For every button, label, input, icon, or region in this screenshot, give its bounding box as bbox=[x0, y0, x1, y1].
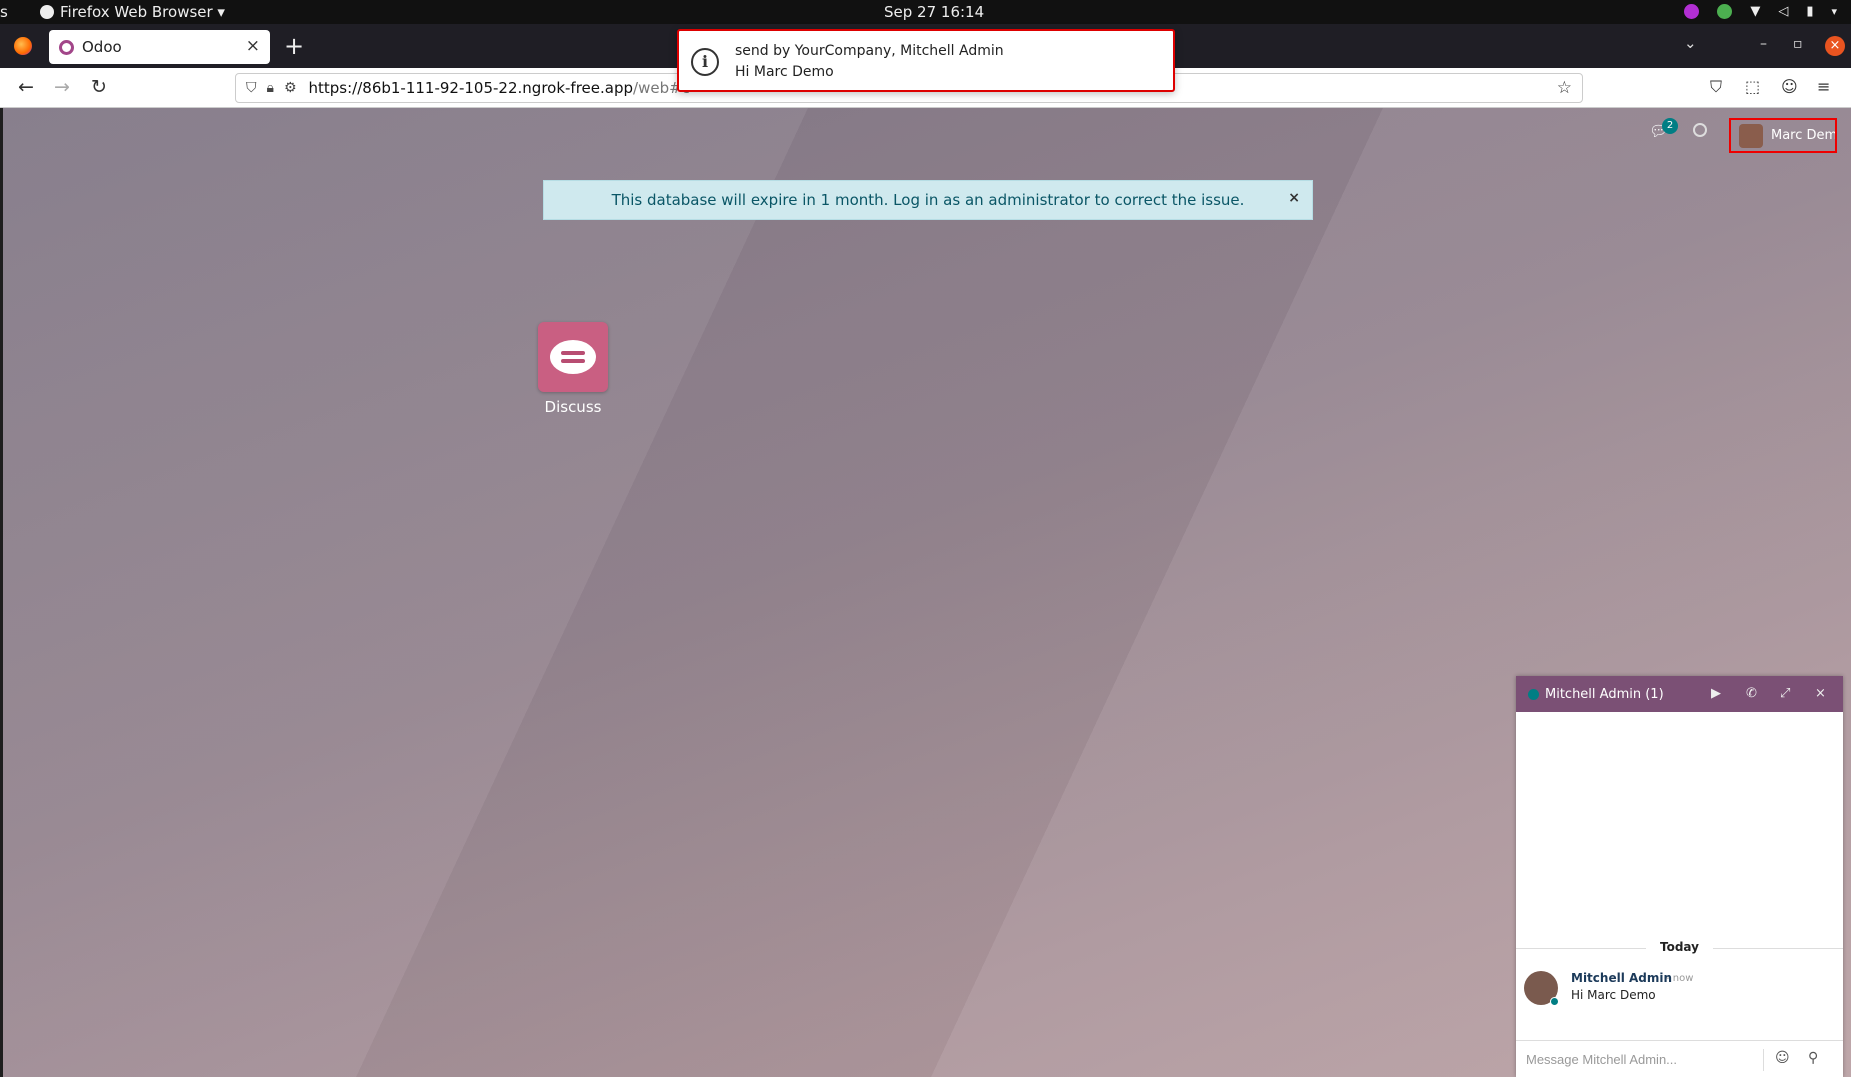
reload-icon[interactable]: ↻ bbox=[91, 76, 107, 98]
message-composer: ☺ ⚲ bbox=[1516, 1040, 1843, 1077]
url-text[interactable]: https://86b1-111-92-105-22.ngrok-free.ap… bbox=[309, 79, 690, 97]
desktop-notification[interactable]: i send by YourCompany, Mitchell Admin Hi… bbox=[677, 29, 1175, 92]
list-all-tabs-icon[interactable]: ⌄ bbox=[1684, 34, 1697, 52]
volume-icon[interactable]: ◁ bbox=[1778, 4, 1788, 19]
video-call-icon[interactable]: ▶ bbox=[1711, 686, 1721, 701]
chat-bubble-icon bbox=[550, 340, 596, 374]
app-menu[interactable]: Firefox Web Browser ▾ bbox=[40, 3, 225, 21]
expiry-banner-text: This database will expire in 1 month. Lo… bbox=[611, 191, 1245, 209]
pocket-icon[interactable]: ⛉ bbox=[1710, 77, 1722, 97]
sync-indicator-icon[interactable] bbox=[1717, 4, 1733, 19]
tab-title: Odoo bbox=[82, 38, 122, 56]
system-top-bar: s Firefox Web Browser ▾ Sep 27 16:14 ▼ ◁… bbox=[0, 0, 1851, 24]
activities-button[interactable]: s bbox=[0, 3, 8, 21]
app-menu-label: Firefox Web Browser ▾ bbox=[60, 3, 225, 21]
tab-odoo[interactable]: Odoo × bbox=[49, 30, 270, 64]
message-text: Hi Marc Demo bbox=[1571, 988, 1656, 1002]
online-status-icon bbox=[1528, 688, 1539, 700]
new-tab-icon[interactable]: + bbox=[284, 32, 304, 60]
system-clock[interactable]: Sep 27 16:14 bbox=[884, 3, 984, 21]
user-menu[interactable]: Marc Demo bbox=[1729, 118, 1837, 153]
bookmark-star-icon[interactable]: ☆ bbox=[1557, 78, 1572, 98]
chat-window-title[interactable]: Mitchell Admin (1) bbox=[1545, 687, 1664, 702]
message-input[interactable] bbox=[1526, 1048, 1756, 1070]
odoo-home-page: 💬︎ 2 Marc Demo This database will expire… bbox=[3, 108, 1851, 1077]
url-host: https://86b1-111-92-105-22.ngrok-free.ap… bbox=[308, 79, 634, 97]
close-chat-icon[interactable]: × bbox=[1815, 686, 1826, 701]
permissions-icon[interactable]: ⚙ bbox=[284, 80, 297, 96]
firefox-icon bbox=[40, 5, 54, 19]
wifi-icon[interactable]: ▼ bbox=[1750, 4, 1760, 19]
notification-body: Hi Marc Demo bbox=[735, 64, 834, 80]
lock-icon[interactable]: 🔒︎ bbox=[267, 80, 274, 96]
author-online-icon bbox=[1550, 997, 1559, 1006]
restore-window-icon[interactable]: ▫ bbox=[1793, 36, 1803, 52]
close-tab-icon[interactable]: × bbox=[246, 36, 260, 56]
day-separator: Today bbox=[1516, 940, 1843, 954]
tracking-shield-icon[interactable]: ⛉ bbox=[246, 80, 257, 96]
forward-icon[interactable]: → bbox=[54, 76, 70, 98]
app-indicator-icon[interactable] bbox=[1684, 4, 1700, 19]
notification-title: send by YourCompany, Mitchell Admin bbox=[735, 43, 1004, 59]
close-window-icon[interactable]: × bbox=[1825, 36, 1845, 56]
attachment-icon[interactable]: ⚲ bbox=[1808, 1050, 1818, 1066]
activity-clock-icon[interactable] bbox=[1693, 123, 1707, 137]
app-menu-icon[interactable]: ≡ bbox=[1817, 77, 1830, 96]
back-icon[interactable]: ← bbox=[18, 76, 34, 98]
database-expiry-banner: This database will expire in 1 month. Lo… bbox=[543, 180, 1313, 220]
battery-icon[interactable]: ▮ bbox=[1806, 4, 1813, 19]
chat-window: Mitchell Admin (1) ▶ ✆ ⤢ × Today Mitchel… bbox=[1516, 676, 1843, 1077]
info-icon: i bbox=[691, 48, 719, 76]
system-menu-chevron-icon[interactable]: ▾ bbox=[1831, 5, 1837, 18]
minimize-window-icon[interactable]: – bbox=[1760, 36, 1767, 52]
messaging-unread-badge: 2 bbox=[1662, 118, 1678, 134]
composer-divider bbox=[1763, 1049, 1764, 1071]
extensions-icon[interactable]: ⬚ bbox=[1745, 77, 1760, 96]
message-time: - now bbox=[1666, 973, 1694, 984]
expand-icon[interactable]: ⤢ bbox=[1780, 686, 1790, 701]
message-item: Mitchell Admin - now Hi Marc Demo bbox=[1524, 971, 1834, 1011]
firefox-view-icon[interactable] bbox=[14, 37, 32, 55]
chat-window-header[interactable]: Mitchell Admin (1) ▶ ✆ ⤢ × bbox=[1516, 676, 1843, 712]
phone-call-icon[interactable]: ✆ bbox=[1746, 686, 1757, 701]
system-tray: ▼ ◁ ▮ ▾ bbox=[1684, 4, 1837, 19]
odoo-favicon-icon bbox=[59, 39, 74, 55]
chat-thread[interactable]: Today Mitchell Admin - now Hi Marc Demo bbox=[1516, 712, 1843, 1022]
user-name: Marc Demo bbox=[1771, 128, 1837, 143]
close-banner-icon[interactable]: × bbox=[1288, 190, 1300, 206]
message-author[interactable]: Mitchell Admin bbox=[1571, 971, 1672, 985]
discuss-app-tile[interactable] bbox=[538, 322, 608, 392]
profile-icon[interactable]: ☺ bbox=[1781, 77, 1798, 96]
emoji-icon[interactable]: ☺ bbox=[1775, 1050, 1790, 1066]
user-avatar bbox=[1739, 123, 1763, 148]
discuss-app-label[interactable]: Discuss bbox=[523, 398, 623, 416]
